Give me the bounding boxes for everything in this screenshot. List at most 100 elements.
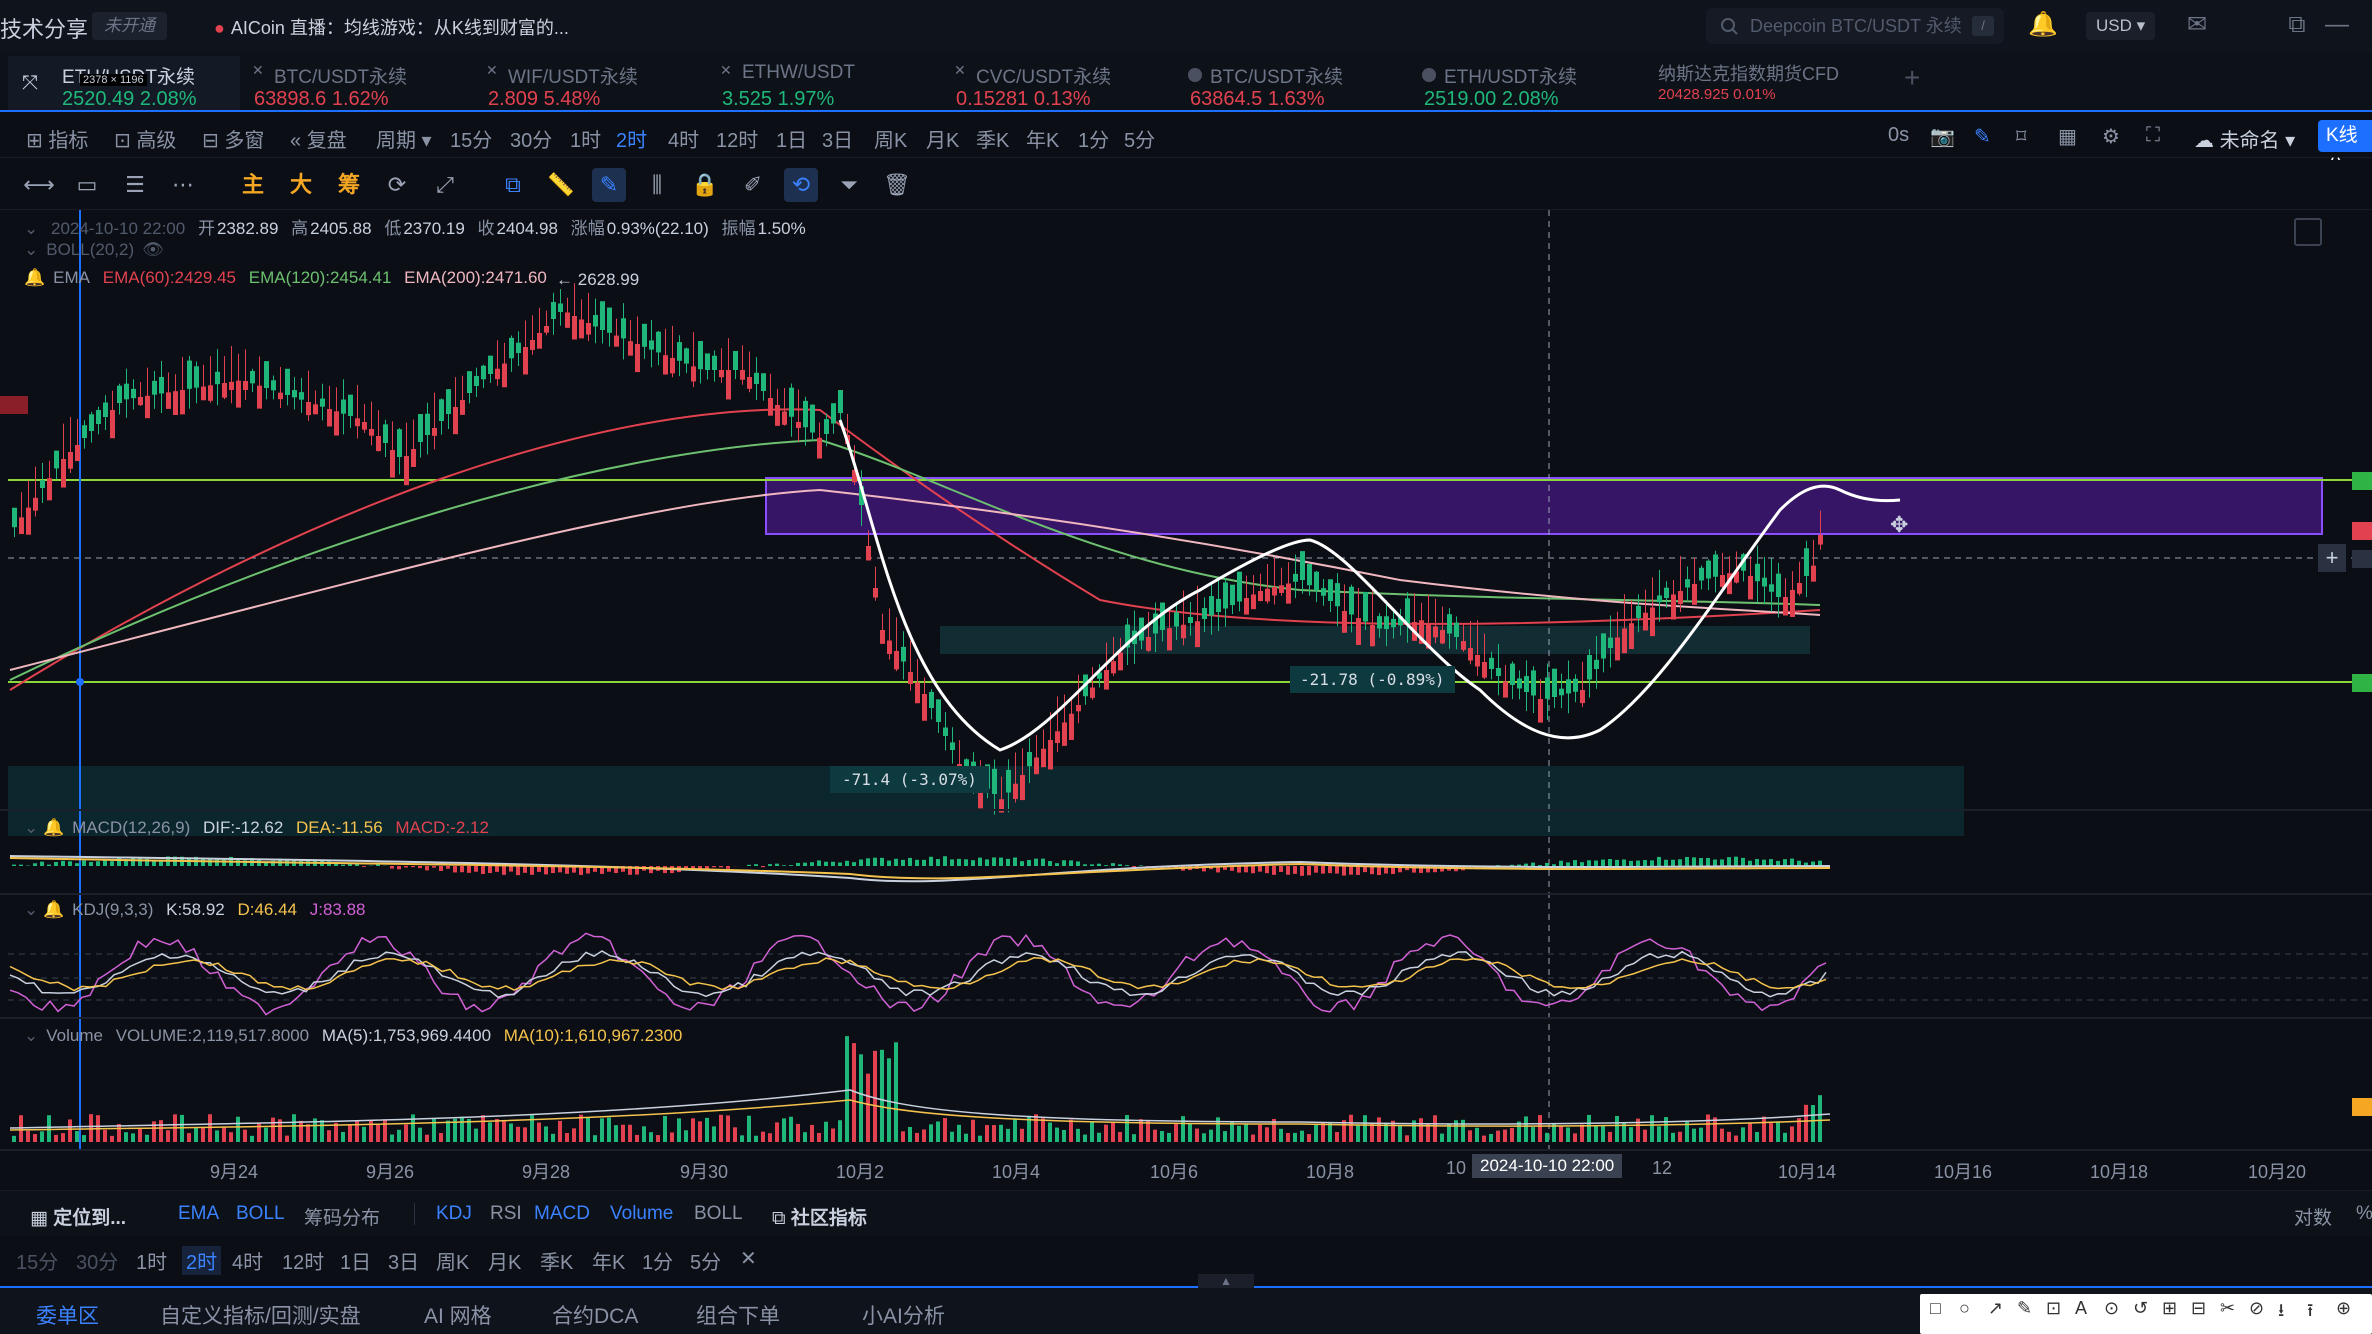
draw-pen-icon[interactable]: ✎ — [592, 168, 626, 202]
mini-add-icon[interactable]: ⊕ — [2336, 1298, 2351, 1319]
locate-button[interactable]: ▦ 定位到... — [30, 1203, 126, 1230]
tab-symbol-3[interactable]: ✕ ETHW/USDT 3.525 1.97% — [708, 56, 940, 110]
period-6[interactable]: 1日 — [776, 124, 807, 153]
footer-tab-5[interactable]: 小AI分析 — [862, 1300, 945, 1330]
bottom-period-10[interactable]: 季K — [540, 1246, 573, 1275]
mail-icon[interactable]: ✉ — [2182, 10, 2212, 40]
add-alert-icon[interactable]: + — [2318, 544, 2346, 572]
mini-undo-icon[interactable]: ↺ — [2133, 1298, 2148, 1319]
mini-pen-icon[interactable]: ✎ — [2017, 1298, 2032, 1319]
bottom-period-6[interactable]: 1日 — [340, 1246, 371, 1275]
bottom-period-7[interactable]: 3日 — [388, 1246, 419, 1275]
kdj-legend[interactable]: ⌄ 🔔 KDJ(9,3,3) K:58.92 D:46.44 J:83.88 — [24, 900, 374, 920]
community-indicator-button[interactable]: ⧉ 社区指标 — [772, 1203, 867, 1230]
eye-hidden-icon[interactable]: 👁 — [142, 240, 164, 259]
mini-split-icon[interactable]: ⊟ — [2191, 1298, 2206, 1319]
minimize-icon[interactable]: — — [2322, 10, 2352, 40]
tab-symbol-2[interactable]: ✕ WIF/USDT永续 2.809 5.48% — [474, 56, 706, 110]
main-tool-button[interactable]: 主 — [236, 168, 270, 202]
copy-icon[interactable]: ⧉ — [496, 168, 530, 202]
bottom-period-2[interactable]: 1时 — [136, 1246, 167, 1275]
tab-symbol-0[interactable]: ⤧ ETH/USDT永续 2378 × 1196 2520.49 2.08% — [8, 56, 240, 110]
indicator-rsi[interactable]: RSI — [490, 1203, 522, 1225]
period-12[interactable]: 1分 — [1078, 124, 1109, 153]
volume-legend[interactable]: ⌄ Volume VOLUME:2,119,517.8000 MA(5):1,75… — [24, 1026, 690, 1046]
add-tab-icon[interactable]: + — [1904, 62, 1920, 94]
indicator-boll[interactable]: BOLL — [236, 1203, 285, 1225]
replay-button[interactable]: « 复盘 — [290, 124, 347, 153]
footer-tab-1[interactable]: 自定义指标/回测/实盘 — [160, 1300, 361, 1330]
footer-tab-0[interactable]: 委单区 — [36, 1300, 99, 1330]
indicator-kdj[interactable]: KDJ — [436, 1203, 472, 1225]
period-5[interactable]: 12时 — [716, 124, 758, 153]
mini-grid-icon[interactable]: ⊞ — [2162, 1298, 2177, 1319]
indicator-button[interactable]: ⊞ 指标 — [26, 124, 88, 153]
mini-frame-icon[interactable]: ⊡ — [2046, 1298, 2061, 1319]
tab-symbol-4[interactable]: ✕ CVC/USDT永续 0.15281 0.13% — [942, 56, 1174, 110]
trend-tool-icon[interactable]: ⤢ — [428, 168, 462, 202]
tab-symbol-7[interactable]: 纳斯达克指数期货CFD 20428.925 0.01% — [1644, 56, 1884, 110]
horizontal-line-icon[interactable]: ⟷ — [22, 168, 56, 202]
bottom-period-11[interactable]: 年K — [592, 1246, 625, 1275]
bottom-period-4[interactable]: 4时 — [232, 1246, 263, 1275]
tab-symbol-1[interactable]: ✕ BTC/USDT永续 63898.6 1.62% — [240, 56, 472, 110]
ruler-icon[interactable]: 📏 — [544, 168, 578, 202]
advanced-button[interactable]: ⊡ 高级 — [114, 124, 176, 153]
parallel-lines-icon[interactable]: ☰ — [118, 168, 152, 202]
mini-erase-icon[interactable]: ⊘ — [2249, 1298, 2264, 1319]
live-stream-link[interactable]: ● AICoin 直播：均线游戏：从K线到财富的... — [214, 14, 569, 40]
cloud-layout-select[interactable]: ☁ 未命名 ▾ — [2194, 124, 2295, 153]
period-4[interactable]: 4时 — [668, 124, 699, 153]
sync-icon[interactable]: ⟳ — [380, 168, 414, 202]
period-9[interactable]: 月K — [926, 124, 959, 153]
period-8[interactable]: 周K — [874, 124, 907, 153]
bottom-period-9[interactable]: 月K — [488, 1246, 521, 1275]
zoom-fit-icon[interactable] — [2294, 218, 2322, 246]
period-13[interactable]: 5分 — [1124, 124, 1155, 153]
currency-select[interactable]: USD ▾ — [2086, 12, 2156, 40]
macd-legend[interactable]: ⌄ 🔔 MACD(12,26,9) DIF:-12.62 DEA:-11.56 M… — [24, 818, 497, 838]
lock-icon[interactable]: 🔒 — [688, 168, 722, 202]
filter-icon[interactable]: ⏷ — [832, 168, 866, 202]
period-11[interactable]: 年K — [1026, 124, 1059, 153]
mini-cut-icon[interactable]: ✂ — [2220, 1298, 2235, 1319]
multi-window-button[interactable]: ⊟ 多窗 — [202, 124, 264, 153]
period-10[interactable]: 季K — [976, 124, 1009, 153]
footer-tab-2[interactable]: AI 网格 — [424, 1300, 492, 1330]
footer-tab-4[interactable]: 组合下单 — [696, 1300, 780, 1330]
period-dropdown[interactable]: 周期 ▾ — [376, 124, 432, 153]
fullscreen-icon[interactable]: ⛶ — [2146, 124, 2160, 147]
chip-tool-button[interactable]: 筹 — [332, 168, 366, 202]
layout-icon[interactable]: ⧉ — [2282, 10, 2312, 40]
candle-tool-icon[interactable]: ⫼ — [640, 168, 674, 202]
more-icon[interactable]: ⋯ — [166, 168, 200, 202]
bottom-period-8[interactable]: 周K — [436, 1246, 469, 1275]
indicator-boll-sub[interactable]: BOLL — [694, 1203, 743, 1225]
close-icon[interactable]: ✕ — [486, 62, 498, 79]
mini-arrow-icon[interactable]: ↗ — [1988, 1298, 2003, 1319]
mini-drawing-toolbar[interactable]: □ ○ ↗ ✎ ⊡ A ⊙ ↺ ⊞ ⊟ ✂ ⊘ ⭳ ⭱ ⊕ — [1920, 1294, 2372, 1334]
indicator-ema[interactable]: EMA — [178, 1203, 219, 1225]
bottom-period-0[interactable]: 15分 — [16, 1246, 58, 1275]
mini-upload-icon[interactable]: ⭱ — [2307, 1298, 2313, 1328]
indicator-macd[interactable]: MACD — [534, 1203, 590, 1225]
percent-scale-toggle[interactable]: % — [2356, 1203, 2372, 1225]
bottom-period-3[interactable]: 2时 — [182, 1246, 222, 1275]
tab-symbol-6[interactable]: ETH/USDT永续 2519.00 2.08% — [1410, 56, 1642, 110]
camera-icon[interactable]: 📷 — [1930, 124, 1955, 149]
indicator-chip-distribution[interactable]: 筹码分布 — [304, 1203, 380, 1230]
boll-legend[interactable]: ⌄ BOLL(20,2) 👁 — [24, 240, 172, 260]
chart-area[interactable]: ✥ ⌄ 2024-10-10 22:00 开 2382.89 高 2405.88 低… — [0, 210, 2372, 1210]
ema-legend[interactable]: 🔔 EMA EMA(60):2429.45 EMA(120):2454.41 EM… — [24, 268, 555, 288]
expand-icon[interactable]: ⤧ — [22, 72, 38, 95]
kline-share-button[interactable]: K线分 — [2318, 120, 2372, 178]
mini-target-icon[interactable]: ⊙ — [2104, 1298, 2119, 1319]
search-input[interactable]: Deepcoin BTC/USDT 永续 / — [1706, 8, 2004, 44]
close-icon[interactable]: ✕ — [720, 62, 732, 79]
close-icon[interactable]: ✕ — [252, 62, 264, 79]
bottom-period-14[interactable]: ✕ — [740, 1246, 757, 1271]
tab-symbol-5[interactable]: BTC/USDT永续 63864.5 1.63% — [1176, 56, 1408, 110]
membership-badge[interactable]: 未开通 — [92, 12, 167, 40]
bottom-period-12[interactable]: 1分 — [642, 1246, 673, 1275]
magnet-icon[interactable]: ⟲ — [784, 168, 818, 202]
